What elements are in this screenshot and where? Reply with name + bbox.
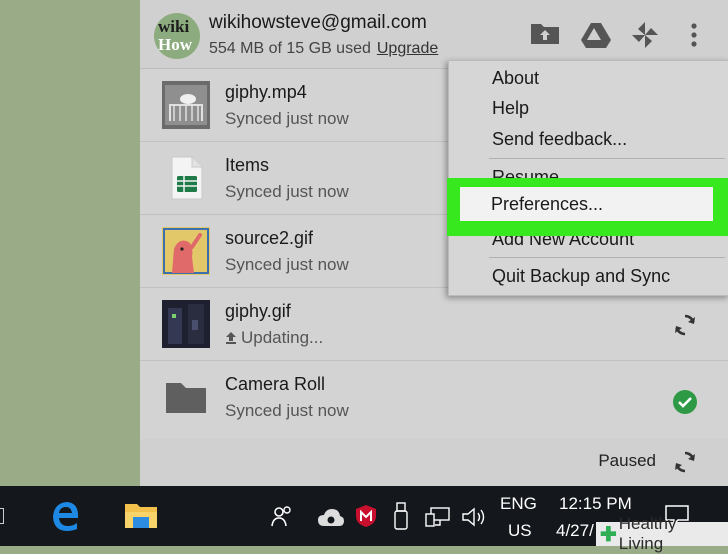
region-code[interactable]: US	[508, 521, 532, 541]
network-icon[interactable]	[425, 506, 451, 528]
plus-icon: ✚	[600, 523, 617, 546]
file-name: giphy.gif	[225, 301, 291, 321]
storage-usage: 554 MB of 15 GB used Upgrade	[209, 40, 438, 58]
backup-sync-icon[interactable]	[317, 508, 345, 528]
resume-sync-icon[interactable]	[672, 449, 698, 475]
folder-icon	[166, 383, 206, 413]
people-icon[interactable]	[270, 504, 294, 528]
usb-icon[interactable]	[394, 502, 408, 530]
account-header: wiki How wikihowsteve@gmail.com 554 MB o…	[140, 0, 728, 69]
sync-icon	[675, 314, 695, 336]
clock-time[interactable]: 12:15 PM	[559, 494, 632, 514]
file-name: Camera Roll	[225, 374, 326, 394]
file-explorer-icon[interactable]	[123, 500, 159, 530]
checkmark-icon	[673, 390, 697, 414]
sync-status-label: Paused	[598, 451, 656, 470]
upload-icon	[226, 332, 236, 344]
menu-item-help[interactable]: Help	[492, 98, 529, 119]
highlight-box: Preferences...	[447, 178, 728, 236]
menu-item-quit[interactable]: Quit Backup and Sync	[492, 266, 670, 287]
clock-date[interactable]: 4/27/	[556, 521, 594, 541]
sheets-icon	[171, 156, 203, 200]
menu-item-about[interactable]: About	[492, 68, 539, 89]
upgrade-link[interactable]: Upgrade	[377, 40, 438, 57]
menu-item-preferences[interactable]: Preferences...	[460, 187, 713, 221]
file-status: Updating...	[225, 328, 323, 348]
language-code[interactable]: ENG	[500, 494, 537, 514]
edge-icon[interactable]	[50, 500, 82, 532]
file-status-text: Updating...	[241, 328, 324, 347]
file-status: Synced just now	[225, 255, 349, 274]
status-footer: Paused	[140, 439, 728, 486]
watermark-text: Healthy Living	[618, 514, 677, 553]
watermark: ✚ Healthy Living	[596, 514, 728, 553]
file-name: source2.gif	[225, 228, 314, 248]
storage-text: 554 MB of 15 GB used	[209, 40, 371, 57]
more-vert-icon[interactable]	[689, 22, 699, 50]
gif-thumbnail	[162, 227, 210, 275]
volume-icon[interactable]	[461, 506, 487, 528]
file-status: Synced just now	[225, 401, 349, 420]
file-name: giphy.mp4	[225, 82, 307, 102]
menu-item-preferences-label: Preferences...	[491, 194, 604, 214]
account-email: wikihowsteve@gmail.com	[209, 12, 427, 33]
menu-divider	[489, 158, 725, 159]
menu-divider	[489, 257, 725, 258]
google-photos-icon[interactable]	[629, 20, 661, 50]
mcafee-icon[interactable]	[355, 504, 377, 528]
avatar-line1: wiki	[158, 17, 190, 36]
file-row[interactable]: Camera Roll Synced just now	[140, 361, 728, 433]
menu-item-send-feedback[interactable]: Send feedback...	[492, 129, 627, 150]
file-name: Items	[225, 155, 270, 175]
avatar: wiki How	[154, 13, 200, 59]
file-row[interactable]: giphy.gif Updating...	[140, 288, 728, 361]
task-view-icon[interactable]	[0, 508, 4, 524]
dark-gif-thumbnail	[162, 300, 210, 348]
google-drive-icon[interactable]	[580, 22, 612, 50]
folder-icon[interactable]	[529, 20, 561, 46]
file-status: Synced just now	[225, 109, 349, 128]
file-status: Synced just now	[225, 182, 349, 201]
avatar-line2: How	[158, 35, 192, 54]
video-thumbnail	[162, 81, 210, 129]
